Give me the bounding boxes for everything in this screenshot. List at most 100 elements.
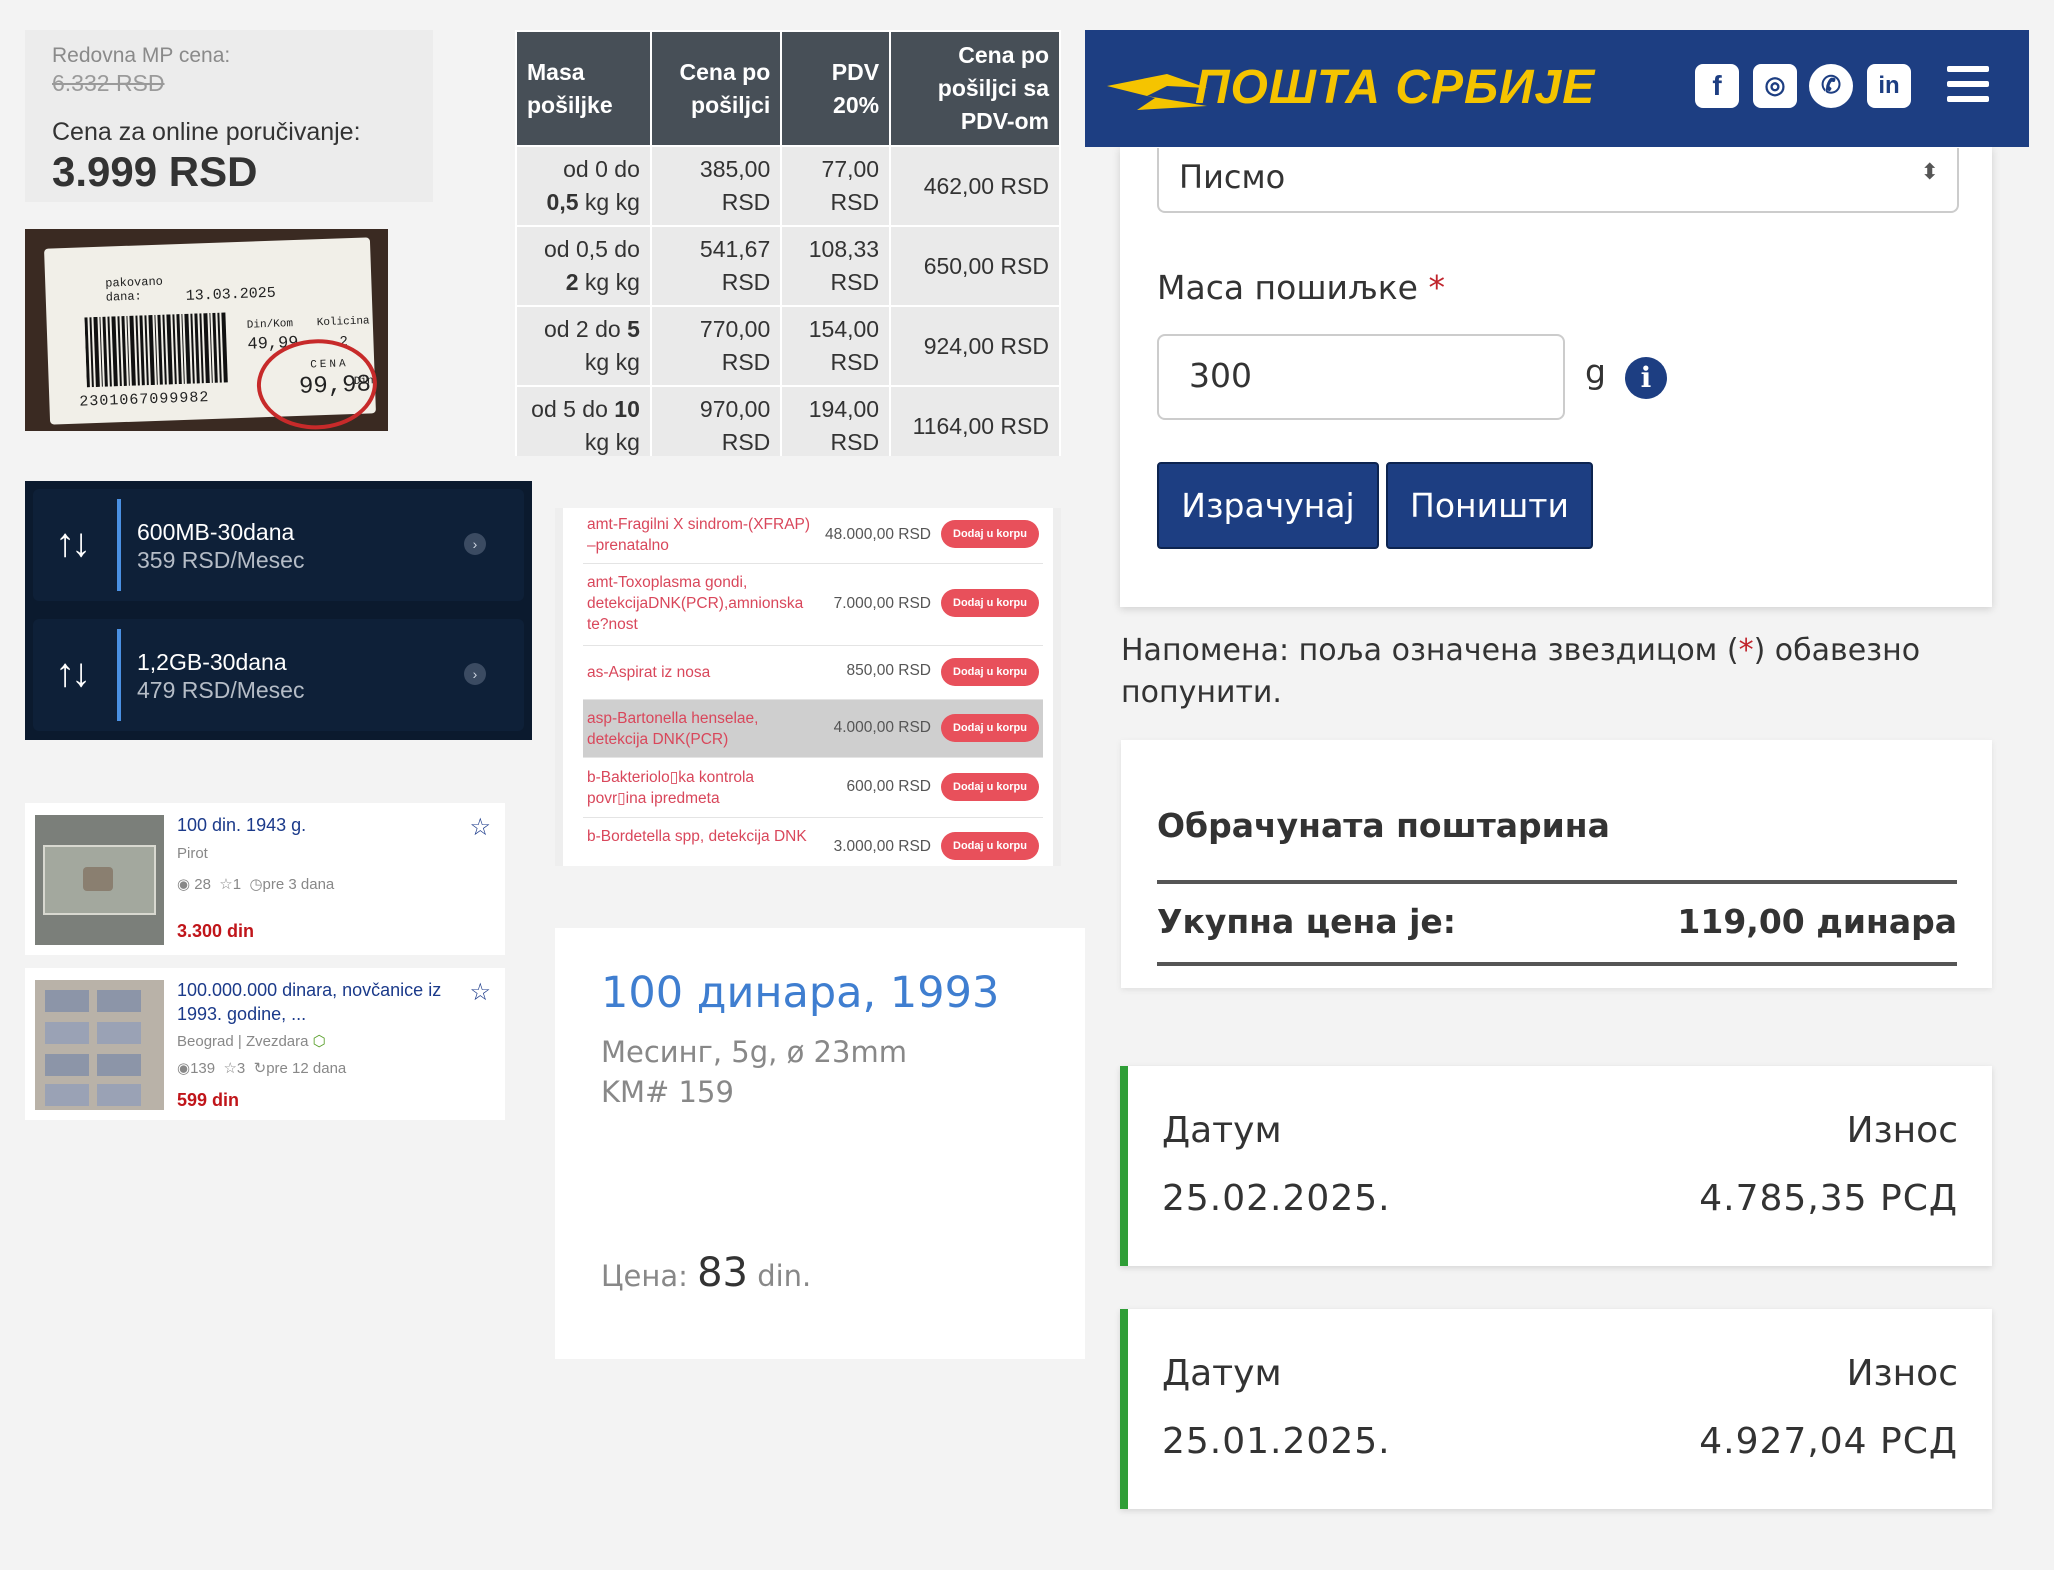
vat-cell: 108,33 RSD	[780, 225, 892, 307]
col-header-total: Cena po pošiljci sa PDV-om	[889, 30, 1061, 147]
payment-date: 25.01.2025.	[1162, 1421, 1391, 1462]
plan-price: 479 RSD/Mesec	[137, 677, 305, 703]
chevron-right-icon[interactable]: ›	[464, 663, 486, 685]
price-cell: 970,00 RSD	[649, 385, 783, 456]
payment-date: 25.02.2025.	[1162, 1178, 1391, 1219]
mass-input[interactable]: 300	[1157, 334, 1565, 420]
test-name[interactable]: b-Bordetella spp, detekcija DNK	[587, 826, 817, 847]
listing-title[interactable]: 100.000.000 dinara, novčanice iz 1993. g…	[177, 978, 447, 1026]
price-cell: 770,00 RSD	[649, 305, 783, 387]
list-item[interactable]: 100.000.000 dinara, novčanice iz 1993. g…	[25, 968, 505, 1120]
coin-price: Цена: 83 din.	[601, 1250, 811, 1296]
info-icon[interactable]: i	[1625, 357, 1667, 399]
test-name[interactable]: amt-Toxoplasma gondi, detekcijaDNK(PCR),…	[587, 572, 817, 635]
viber-icon[interactable]: ✆	[1809, 64, 1853, 108]
star-outline-icon: ☆	[223, 1060, 237, 1077]
mass-cell: od 0,5 do 2 kg kg	[515, 225, 652, 307]
payment-card: Датум Износ 25.02.2025. 4.785,35 РСД	[1120, 1066, 1992, 1266]
listing-location: Beograd | Zvezdara ⬡	[177, 1033, 326, 1050]
vat-cell: 194,00 RSD	[780, 385, 892, 456]
list-item[interactable]: 100 din. 1943 g. Pirot ◉ 28 ☆1 ◷pre 3 da…	[25, 803, 505, 955]
transfer-arrows-icon: ↑↓	[55, 521, 91, 565]
post-horn-logo-icon[interactable]	[1107, 66, 1209, 114]
price-cell: 541,67 RSD	[649, 225, 783, 307]
favorite-star-icon[interactable]: ☆	[469, 813, 491, 842]
site-header: ПОШТА СРБИЈЕ f ◎ ✆ in	[1085, 30, 2029, 147]
select-arrows-icon: ⬍	[1920, 160, 1939, 185]
banknotes-image	[35, 980, 164, 1110]
result-card: Обрачуната поштарина Укупна цена је: 119…	[1121, 740, 1992, 988]
test-price: 4.000,00 RSD	[833, 719, 931, 736]
test-name[interactable]: b-Bakteriolo▯ka kontrola povr▯ina ipredm…	[587, 767, 817, 809]
shipment-type-select[interactable]: Писмо ⬍	[1157, 148, 1959, 213]
instagram-icon[interactable]: ◎	[1753, 64, 1797, 108]
add-to-cart-button[interactable]: Dodaj u korpu	[941, 773, 1039, 801]
col-header-vat: PDV 20%	[780, 30, 892, 147]
total-cell: 462,00 RSD	[889, 145, 1061, 227]
linkedin-icon[interactable]: in	[1867, 64, 1911, 108]
list-item: amt-Fragilni X sindrom-(XFRAP) –prenatal…	[583, 508, 1043, 564]
online-price-label: Cena za online poručivanje:	[52, 118, 361, 146]
plan-item[interactable]: ↑↓ 600MB-30dana 359 RSD/Mesec ›	[33, 489, 524, 601]
price-panel: Redovna MP cena: 6.332 RSD Cena za onlin…	[25, 30, 433, 202]
total-value: 119,00 динара	[1677, 902, 1957, 941]
add-to-cart-button[interactable]: Dodaj u korpu	[941, 714, 1039, 742]
mass-label: Маса пошиљке *	[1157, 268, 1445, 307]
divider	[1157, 880, 1957, 884]
plan-item[interactable]: ↑↓ 1,2GB-30dana 479 RSD/Mesec ›	[33, 619, 524, 731]
date-label: Датум	[1162, 1353, 1282, 1394]
receipt-label: pakovano dana: 13.03.2025 Din/Kom 49,99 …	[44, 237, 379, 431]
shipment-type-value: Писмо	[1179, 158, 1286, 196]
vat-cell: 77,00 RSD	[780, 145, 892, 227]
result-title: Обрачуната поштарина	[1157, 806, 1610, 845]
vat-cell: 154,00 RSD	[780, 305, 892, 387]
listing-meta: ◉ 28 ☆1 ◷pre 3 dana	[177, 875, 334, 893]
coin-price-unit: din.	[757, 1259, 812, 1293]
regular-price-label: Redovna MP cena:	[52, 44, 231, 67]
view-count: 28	[194, 876, 211, 893]
coin-material: Месинг, 5g, ø 23mm	[601, 1035, 907, 1069]
test-name[interactable]: as-Aspirat iz nosa	[587, 662, 817, 683]
receipt-photo: pakovano dana: 13.03.2025 Din/Kom 49,99 …	[25, 229, 388, 431]
col-header-mass: Masa pošiljke	[515, 30, 652, 147]
coin-description: Месинг, 5g, ø 23mm KM# 159	[601, 1032, 907, 1112]
online-price-value: 3.999 RSD	[52, 148, 258, 195]
chevron-right-icon[interactable]: ›	[464, 533, 486, 555]
divider	[1157, 962, 1957, 966]
coin-card: 100 динара, 1993 Месинг, 5g, ø 23mm KM# …	[555, 928, 1085, 1359]
add-to-cart-button[interactable]: Dodaj u korpu	[941, 520, 1039, 548]
mass-unit: g	[1585, 352, 1606, 391]
listing-age: pre 3 dana	[262, 876, 335, 893]
banknote-image	[35, 815, 164, 945]
plan-accent-bar	[117, 629, 121, 721]
add-to-cart-button[interactable]: Dodaj u korpu	[941, 658, 1039, 686]
test-name[interactable]: amt-Fragilni X sindrom-(XFRAP) –prenatal…	[587, 514, 817, 556]
reset-button[interactable]: Поништи	[1386, 462, 1593, 549]
test-name[interactable]: asp-Bartonella henselae, detekcija DNK(P…	[587, 708, 817, 750]
lab-test-list: amt-Fragilni X sindrom-(XFRAP) –prenatal…	[555, 508, 1061, 866]
package-icon: ⬡	[312, 1033, 326, 1050]
total-cell: 650,00 RSD	[889, 225, 1061, 307]
transfer-arrows-icon: ↑↓	[55, 651, 91, 695]
coin-title[interactable]: 100 динара, 1993	[601, 968, 999, 1018]
calculate-button[interactable]: Израчунај	[1157, 462, 1379, 549]
mass-cell: od 2 do 5 kg kg	[515, 305, 652, 387]
hamburger-menu-icon[interactable]	[1947, 66, 1989, 108]
site-logo[interactable]: ПОШТА СРБИЈЕ	[1195, 60, 1595, 115]
post-calculator-page: Писмо ⬍ Маса пошиљке * 300 g i Израчунај…	[1085, 30, 2029, 1538]
coin-price-label: Цена:	[601, 1259, 688, 1293]
required-asterisk: *	[1428, 268, 1445, 307]
listing-price: 599 din	[177, 1090, 240, 1110]
view-count: 139	[190, 1060, 216, 1077]
plan-name: 600MB-30dana	[137, 519, 295, 545]
favorite-star-icon[interactable]: ☆	[469, 978, 491, 1007]
add-to-cart-button[interactable]: Dodaj u korpu	[941, 589, 1039, 617]
payment-card: Датум Износ 25.01.2025. 4.927,04 РСД	[1120, 1309, 1992, 1509]
listing-title[interactable]: 100 din. 1943 g.	[177, 813, 447, 837]
coin-price-value: 83	[697, 1250, 748, 1296]
listing-price: 3.300 din	[177, 921, 255, 941]
facebook-icon[interactable]: f	[1695, 64, 1739, 108]
add-to-cart-button[interactable]: Dodaj u korpu	[941, 832, 1039, 860]
table-row: od 0 do 0,5 kg kg 385,00 RSD 77,00 RSD 4…	[515, 145, 1061, 227]
mass-cell: od 0 do 0,5 kg kg	[515, 145, 652, 227]
